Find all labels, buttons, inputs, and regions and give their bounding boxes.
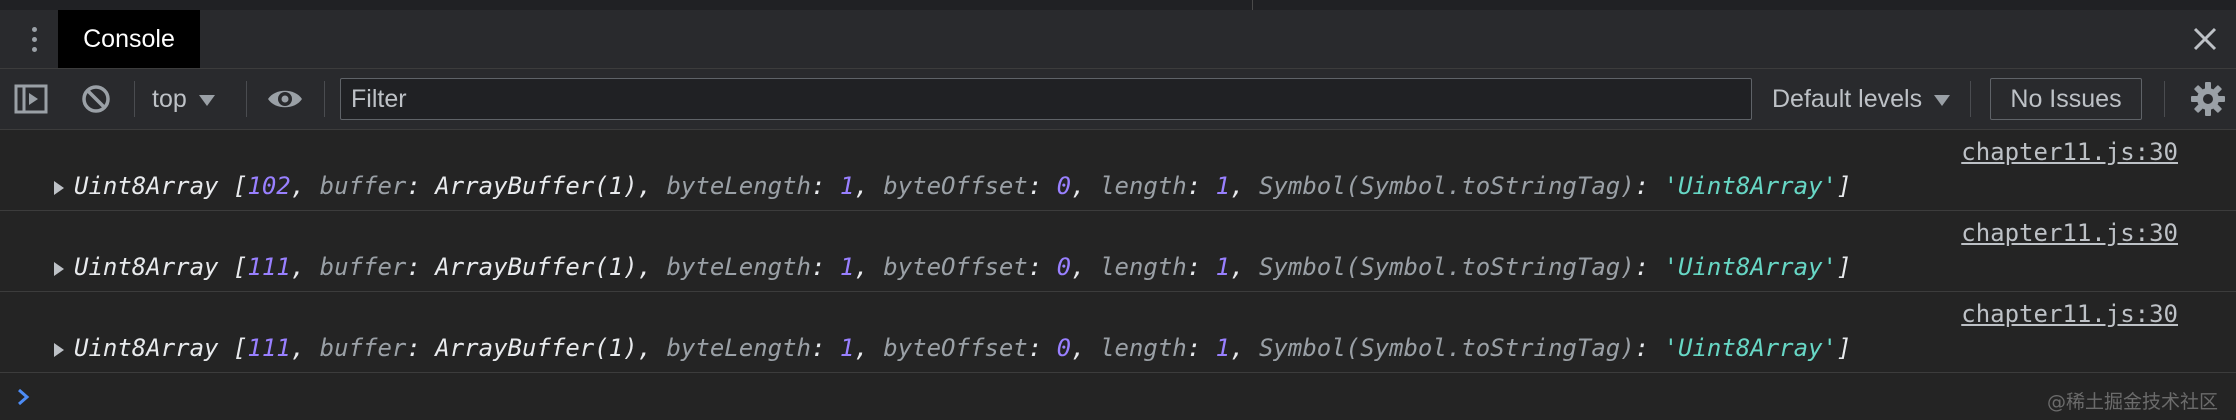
object-preview[interactable]: Uint8Array [111, buffer: ArrayBuffer(1),… xyxy=(54,334,1852,362)
expand-triangle-icon[interactable] xyxy=(54,262,64,276)
prop-key: buffer xyxy=(319,334,407,362)
watermark: @稀土掘金技术社区 xyxy=(2046,391,2218,413)
type-name: Uint8Array xyxy=(74,334,219,362)
tab-console[interactable]: Console xyxy=(58,10,200,68)
pane-divider xyxy=(1252,0,1253,10)
prop-byteoffset: 0 xyxy=(1056,334,1072,362)
message-source-link[interactable]: chapter11.js:30 xyxy=(1961,300,2178,328)
prop-buffer: ArrayBuffer(1) xyxy=(435,253,638,281)
prop-tag-key: Symbol(Symbol.toStringTag) xyxy=(1258,253,1635,281)
chevron-down-icon xyxy=(198,94,215,106)
filter-input[interactable] xyxy=(340,78,1752,120)
console-messages: chapter11.js:30 Uint8Array [102, buffer:… xyxy=(0,130,2236,420)
console-prompt[interactable] xyxy=(0,373,2236,420)
prop-key: byteOffset xyxy=(883,172,1028,200)
prop-key: byteLength xyxy=(666,172,811,200)
prop-tag-value: 'Uint8Array' xyxy=(1663,334,1837,362)
context-label: top xyxy=(152,85,187,113)
clear-console-icon[interactable] xyxy=(80,83,112,120)
toolbar-divider xyxy=(134,81,135,117)
object-preview-text: Uint8Array [111, buffer: ArrayBuffer(1),… xyxy=(74,334,1852,362)
console-message: chapter11.js:30 Uint8Array [111, buffer:… xyxy=(0,292,2236,373)
log-levels-label: Default levels xyxy=(1772,85,1923,113)
prop-tag-key: Symbol(Symbol.toStringTag) xyxy=(1258,334,1635,362)
message-source-link[interactable]: chapter11.js:30 xyxy=(1961,138,2178,166)
toolbar-divider xyxy=(324,81,325,117)
toolbar-divider xyxy=(2164,81,2165,117)
console-toolbar: top Default levels No Issues xyxy=(0,69,2236,130)
prop-key: byteLength xyxy=(666,334,811,362)
prop-key: length xyxy=(1100,253,1187,281)
prop-tag-value: 'Uint8Array' xyxy=(1663,253,1837,281)
expand-triangle-icon[interactable] xyxy=(54,181,64,195)
gear-icon[interactable] xyxy=(2190,81,2226,122)
element-value: 102 xyxy=(247,172,291,200)
prop-length: 1 xyxy=(1215,253,1231,281)
chevron-down-icon xyxy=(1934,94,1951,106)
prop-key: buffer xyxy=(319,253,407,281)
kebab-menu-icon[interactable] xyxy=(22,22,46,56)
prop-bytelength: 1 xyxy=(839,172,855,200)
prop-length: 1 xyxy=(1215,172,1231,200)
drawer-tab-bar: Console xyxy=(0,10,2236,69)
log-levels-dropdown[interactable]: Default levels xyxy=(1772,81,1951,117)
prop-tag-value: 'Uint8Array' xyxy=(1663,172,1837,200)
prop-bytelength: 1 xyxy=(839,253,855,281)
menu-dot xyxy=(31,26,37,32)
prop-tag-key: Symbol(Symbol.toStringTag) xyxy=(1258,172,1635,200)
issues-button[interactable]: No Issues xyxy=(1990,78,2142,120)
prop-buffer: ArrayBuffer(1) xyxy=(435,172,638,200)
console-message: chapter11.js:30 Uint8Array [102, buffer:… xyxy=(0,130,2236,211)
toolbar-divider xyxy=(1970,81,1971,117)
message-source-link[interactable]: chapter11.js:30 xyxy=(1961,219,2178,247)
menu-dot xyxy=(31,46,37,52)
prop-key: buffer xyxy=(319,172,407,200)
toolbar-divider xyxy=(246,81,247,117)
element-value: 111 xyxy=(247,253,291,281)
prop-buffer: ArrayBuffer(1) xyxy=(435,334,638,362)
close-icon[interactable] xyxy=(2190,24,2220,54)
prop-key: length xyxy=(1100,334,1187,362)
chevron-right-icon xyxy=(16,387,32,412)
context-selector[interactable]: top xyxy=(152,81,215,117)
prop-length: 1 xyxy=(1215,334,1231,362)
sidebar-toggle-icon[interactable] xyxy=(14,83,48,120)
menu-dot xyxy=(31,36,37,42)
console-message: chapter11.js:30 Uint8Array [111, buffer:… xyxy=(0,211,2236,292)
prop-key: byteOffset xyxy=(883,334,1028,362)
object-preview-text: Uint8Array [111, buffer: ArrayBuffer(1),… xyxy=(74,253,1852,281)
type-name: Uint8Array xyxy=(74,172,219,200)
devtools-console-panel: Console top Filter Default levels No Iss… xyxy=(0,0,2236,420)
expand-triangle-icon[interactable] xyxy=(54,343,64,357)
prop-byteoffset: 0 xyxy=(1056,253,1072,281)
prop-bytelength: 1 xyxy=(839,334,855,362)
prop-key: byteLength xyxy=(666,253,811,281)
type-name: Uint8Array xyxy=(74,253,219,281)
prop-key: byteOffset xyxy=(883,253,1028,281)
live-expression-eye-icon[interactable] xyxy=(266,85,304,118)
element-value: 111 xyxy=(247,334,291,362)
object-preview[interactable]: Uint8Array [111, buffer: ArrayBuffer(1),… xyxy=(54,253,1852,281)
prop-key: length xyxy=(1100,172,1187,200)
prop-byteoffset: 0 xyxy=(1056,172,1072,200)
object-preview[interactable]: Uint8Array [102, buffer: ArrayBuffer(1),… xyxy=(54,172,1852,200)
object-preview-text: Uint8Array [102, buffer: ArrayBuffer(1),… xyxy=(74,172,1852,200)
